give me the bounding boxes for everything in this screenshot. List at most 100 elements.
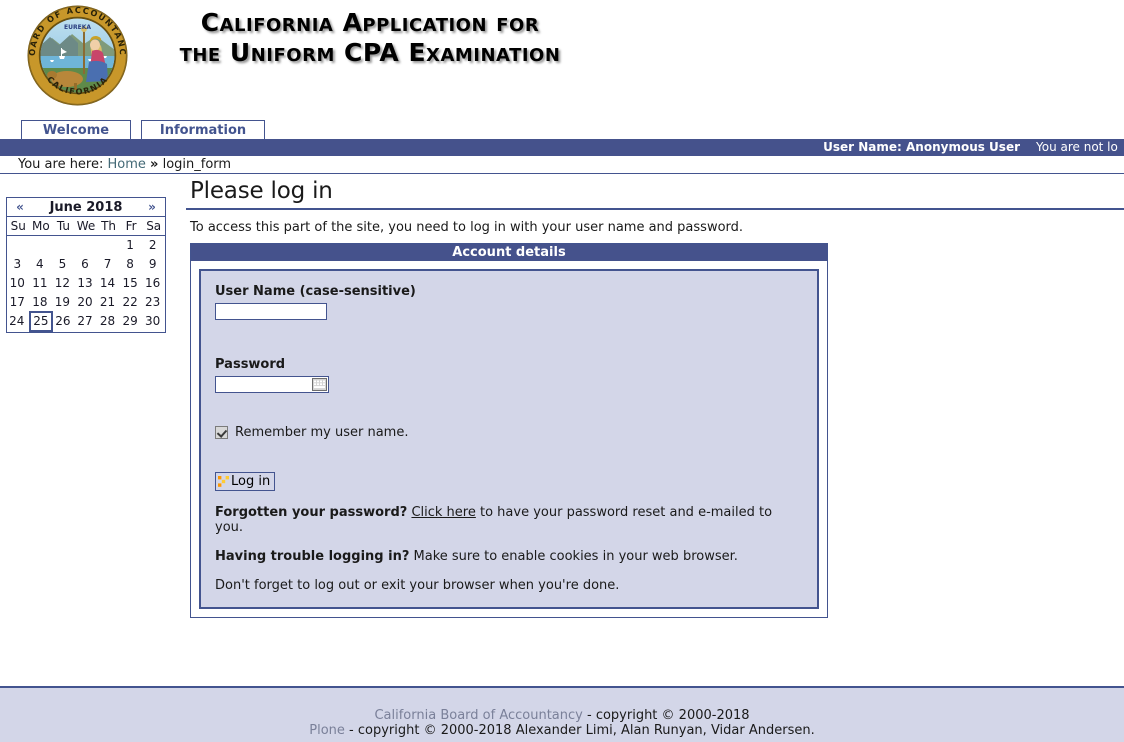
intro-text: To access this part of the site, you nee… — [190, 220, 744, 235]
calendar-day-empty — [7, 236, 30, 255]
header-title-line2: the Uniform CPA Examination — [179, 38, 561, 67]
username-input[interactable] — [215, 303, 327, 320]
footer-link-plone[interactable]: Plone — [309, 723, 345, 738]
remember-username-checkbox[interactable] — [215, 426, 228, 439]
seal-motto: EUREKA — [64, 24, 91, 31]
trouble-logging-in-rest: Make sure to enable cookies in your web … — [409, 549, 738, 564]
calendar-day[interactable]: 12 — [52, 274, 75, 293]
calendar-day[interactable]: 19 — [52, 293, 75, 312]
calendar-day[interactable]: 22 — [120, 293, 143, 312]
breadcrumb: You are here: Home » login_form — [0, 156, 1124, 174]
calendar-day[interactable]: 27 — [75, 312, 98, 331]
calendar-day[interactable]: 20 — [75, 293, 98, 312]
log-in-button[interactable]: Log in — [215, 472, 276, 491]
virtual-keyboard-icon[interactable] — [312, 378, 327, 391]
calendar-weekday: Sa — [142, 217, 165, 236]
tab-welcome[interactable]: Welcome — [21, 120, 131, 139]
calendar-day[interactable]: 14 — [97, 274, 120, 293]
forgot-password-line: Forgotten your password? Click here to h… — [215, 505, 803, 535]
cba-seal-logo: EUREKA BOARD OF ACCOUNTANCY CALIFORNIA — [26, 4, 129, 107]
calendar-day-empty — [75, 236, 98, 255]
calendar-day-empty — [97, 236, 120, 255]
calendar-portlet: « June 2018 » Su Mo Tu We Th Fr Sa 12345… — [6, 197, 166, 333]
calendar-day[interactable]: 21 — [97, 293, 120, 312]
calendar-day[interactable]: 24 — [7, 312, 30, 331]
calendar-week-row: 17 18 19 20 21 22 23 — [7, 293, 165, 312]
calendar-day[interactable]: 3 — [7, 255, 30, 274]
footer-copyright-2: - copyright © 2000-2018 Alexander Limi, … — [344, 723, 815, 738]
user-name-label: User Name: Anonymous User — [823, 140, 1020, 154]
remember-username-label: Remember my user name. — [235, 425, 409, 440]
forgot-password-link[interactable]: Click here — [411, 505, 475, 520]
user-status-bar: User Name: Anonymous User You are not lo — [0, 139, 1124, 156]
username-label: User Name (case-sensitive) — [215, 284, 416, 299]
calendar-day[interactable]: 30 — [142, 312, 165, 331]
calendar-day[interactable]: 10 — [7, 274, 30, 293]
field-spacer — [215, 393, 803, 425]
calendar-day[interactable]: 1 — [120, 236, 143, 255]
calendar-day[interactable]: 28 — [97, 312, 120, 331]
calendar-weekday: Th — [97, 217, 120, 236]
footer-copyright-1: - copyright © 2000-2018 — [582, 708, 750, 723]
breadcrumb-prefix: You are here: — [18, 157, 104, 172]
breadcrumb-separator: » — [150, 157, 159, 172]
breadcrumb-current: login_form — [162, 157, 232, 172]
seal-graphic: EUREKA BOARD OF ACCOUNTANCY CALIFORNIA — [26, 4, 128, 106]
calendar-weekday-row: Su Mo Tu We Th Fr Sa — [7, 217, 165, 236]
calendar-day[interactable]: 11 — [30, 274, 53, 293]
password-label: Password — [215, 357, 286, 372]
tab-information[interactable]: Information — [141, 120, 265, 139]
calendar-day[interactable]: 9 — [142, 255, 165, 274]
remember-username-row: Remember my user name. — [215, 425, 803, 440]
calendar-day[interactable]: 5 — [52, 255, 75, 274]
logout-reminder-line: Don't forget to log out or exit your bro… — [215, 578, 620, 593]
field-spacer — [215, 440, 803, 472]
calendar-next-month-button[interactable]: » — [139, 200, 165, 214]
calendar-day[interactable]: 4 — [30, 255, 53, 274]
calendar-day[interactable]: 15 — [120, 274, 143, 293]
site-header: EUREKA BOARD OF ACCOUNTANCY CALIFORNIA C… — [0, 0, 1124, 118]
calendar-weekday: Mo — [29, 217, 53, 236]
calendar-day[interactable]: 16 — [142, 274, 165, 293]
page-header-title: California Application for the Uniform C… — [170, 8, 570, 68]
calendar-weekday: We — [74, 217, 98, 236]
calendar-day[interactable]: 18 — [30, 293, 53, 312]
trouble-logging-in-bold: Having trouble logging in? — [215, 549, 410, 564]
calendar-day[interactable]: 6 — [75, 255, 98, 274]
log-in-button-label: Log in — [231, 474, 271, 489]
calendar-weekday: Tu — [52, 217, 75, 236]
login-pixel-icon — [218, 476, 229, 487]
global-nav-tabs: Welcome Information — [0, 120, 1124, 141]
calendar-day[interactable]: 17 — [7, 293, 30, 312]
calendar-month-label: June 2018 — [49, 199, 123, 215]
trouble-logging-in-line: Having trouble logging in? Make sure to … — [215, 549, 803, 564]
calendar-table: Su Mo Tu We Th Fr Sa 1 2 3 4 5 6 7 8 9 10 11 12 13 14… — [7, 217, 165, 332]
footer-link-cba[interactable]: California Board of Accountancy — [374, 708, 582, 723]
calendar-week-row: 24 25 26 27 28 29 30 — [7, 310, 165, 332]
footer-line-2: Plone - copyright © 2000-2018 Alexander … — [0, 723, 1124, 738]
breadcrumb-link-home[interactable]: Home — [108, 157, 146, 172]
calendar-week-row: 10 11 12 13 14 15 16 — [7, 274, 165, 293]
password-field-wrapper — [215, 376, 329, 393]
login-fieldset: User Name (case-sensitive) Password Reme… — [199, 269, 819, 609]
calendar-day-empty — [52, 236, 75, 255]
calendar-day[interactable]: 13 — [75, 274, 98, 293]
calendar-prev-month-button[interactable]: « — [7, 200, 33, 214]
account-details-header: Account details — [191, 244, 827, 261]
header-title-line1: California Application for — [200, 8, 540, 37]
calendar-day[interactable]: 8 — [120, 255, 143, 274]
site-footer: California Board of Accountancy - copyri… — [0, 686, 1124, 742]
calendar-day[interactable]: 26 — [52, 312, 75, 331]
page-title: Please log in — [186, 178, 1124, 210]
calendar-header: « June 2018 » — [7, 198, 165, 217]
login-panel: Account details User Name (case-sensitiv… — [190, 243, 828, 618]
calendar-body: 1 2 3 4 5 6 7 8 9 10 11 12 13 14 15 16 17 18 19 20 21 22 23 24 2… — [7, 236, 165, 332]
calendar-day-today[interactable]: 25 — [28, 310, 54, 332]
calendar-week-row: 3456789 — [7, 255, 165, 274]
calendar-day[interactable]: 7 — [97, 255, 120, 274]
calendar-day[interactable]: 29 — [120, 312, 143, 331]
calendar-day[interactable]: 2 — [142, 236, 165, 255]
calendar-day[interactable]: 23 — [142, 293, 165, 312]
main-content: Please log in To access this part of the… — [186, 178, 1124, 618]
calendar-weekday: Fr — [119, 217, 143, 236]
